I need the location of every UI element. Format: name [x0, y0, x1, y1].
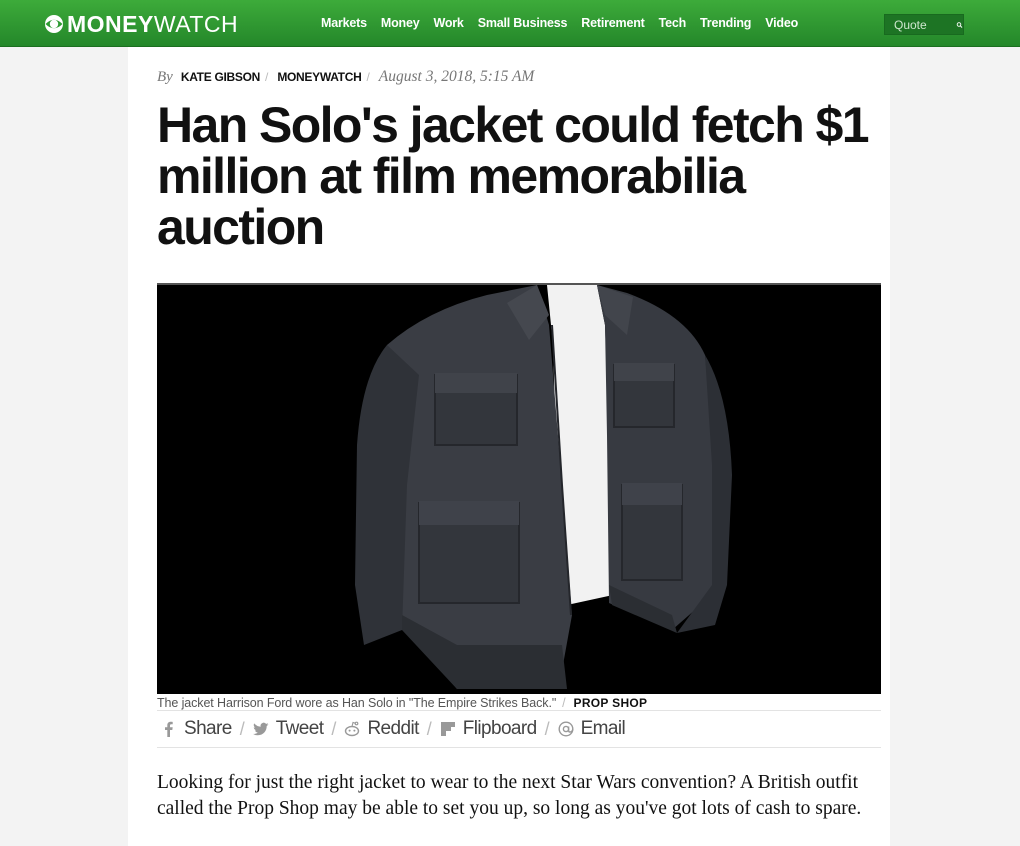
top-navigation-bar: MONEY WATCH Markets Money Work Small Busi…	[0, 0, 1020, 47]
site-logo[interactable]: MONEY WATCH	[44, 11, 238, 37]
share-separator: /	[331, 718, 337, 739]
photo-caption: The jacket Harrison Ford wore as Han Sol…	[157, 696, 647, 710]
tweet-label: Tweet	[275, 718, 324, 739]
share-twitter-button[interactable]: Tweet	[252, 718, 324, 740]
jacket-image	[355, 285, 732, 689]
share-separator: /	[426, 718, 432, 739]
flipboard-icon	[440, 722, 455, 736]
nav-link-trending[interactable]: Trending	[693, 16, 758, 30]
article-lede: Looking for just the right jacket to wea…	[157, 772, 862, 819]
source-link[interactable]: MONEYWATCH	[277, 70, 361, 84]
share-label: Share	[184, 718, 232, 739]
nav-link-markets[interactable]: Markets	[314, 16, 374, 30]
twitter-icon	[252, 722, 269, 736]
share-reddit-button[interactable]: Reddit	[344, 718, 419, 740]
facebook-icon	[165, 721, 173, 737]
share-separator: /	[544, 718, 550, 739]
logo-watch-text: WATCH	[153, 10, 239, 37]
nav-link-tech[interactable]: Tech	[652, 16, 693, 30]
main-nav: Markets Money Work Small Business Retire…	[314, 0, 805, 46]
author-link[interactable]: KATE GIBSON	[181, 70, 260, 84]
flipboard-label: Flipboard	[462, 718, 537, 739]
page-gutter-left	[0, 46, 128, 846]
share-separator: /	[239, 718, 245, 739]
caption-separator: /	[562, 696, 566, 710]
nav-link-money[interactable]: Money	[374, 16, 427, 30]
nav-link-work[interactable]: Work	[426, 16, 470, 30]
page-gutter-right	[890, 46, 1020, 846]
byline-separator: /	[366, 70, 370, 84]
share-email-button[interactable]: Email	[558, 718, 626, 740]
share-bar: Share / Tweet / Reddit / Flipboard / Ema…	[157, 710, 881, 748]
nav-link-video[interactable]: Video	[758, 16, 805, 30]
byline-separator: /	[264, 70, 269, 84]
nav-link-small-business[interactable]: Small Business	[471, 16, 575, 30]
reddit-icon	[345, 721, 360, 737]
article-photo[interactable]	[157, 283, 881, 694]
share-facebook-button[interactable]: Share	[161, 718, 232, 740]
publish-date: August 3, 2018, 5:15 AM	[378, 68, 535, 85]
search-icon[interactable]	[956, 18, 963, 32]
photo-credit: PROP SHOP	[573, 696, 648, 710]
email-at-icon	[558, 721, 574, 737]
share-flipboard-button[interactable]: Flipboard	[440, 718, 537, 740]
byline-prefix: By	[157, 69, 173, 85]
logo-money-text: MONEY	[67, 10, 154, 37]
byline: By KATE GIBSON / MONEYWATCH / August 3, …	[157, 68, 534, 86]
cbs-eye-icon	[45, 15, 63, 33]
caption-text: The jacket Harrison Ford wore as Han Sol…	[157, 696, 557, 710]
headline: Han Solo's jacket could fetch $1 million…	[157, 97, 870, 255]
quote-search-box	[884, 14, 964, 35]
nav-link-retirement[interactable]: Retirement	[574, 16, 651, 30]
reddit-label: Reddit	[367, 718, 419, 739]
quote-input[interactable]	[885, 16, 952, 33]
email-label: Email	[580, 718, 626, 739]
